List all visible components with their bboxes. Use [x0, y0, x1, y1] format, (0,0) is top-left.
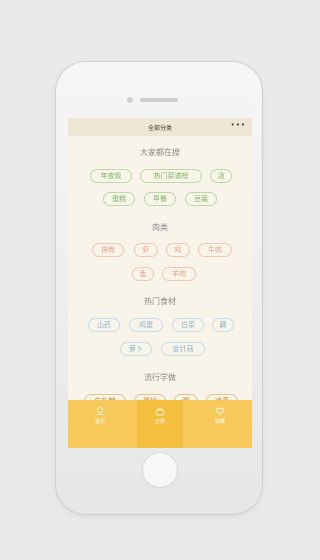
tag-button[interactable]: 年夜饭 — [90, 169, 132, 183]
category-content: 大家都在搜 年夜饭 热门菜谱榜 汤 蛋糕 早餐 豆腐 肉类 排骨 虾 鸡 牛肉 … — [68, 136, 252, 408]
tag-button[interactable]: 汤 — [210, 169, 232, 183]
tag-button[interactable]: 鱼 — [132, 267, 154, 281]
page-title: 全部分类 — [147, 124, 172, 132]
section-title-meat: 肉类 — [152, 223, 168, 232]
nav-bar: 全部分类 ••• — [68, 118, 252, 136]
tag-button[interactable]: 山药 — [88, 318, 120, 332]
tag-button[interactable]: 鸡 — [166, 243, 190, 257]
section-title-popular-search: 大家都在搜 — [140, 148, 180, 157]
tag-button[interactable]: 热门菜谱榜 — [140, 169, 202, 183]
speaker-grille — [140, 98, 178, 102]
tab-home[interactable]: 首页 — [80, 406, 120, 425]
tab-label: 首页 — [94, 419, 105, 425]
tag-button[interactable]: 鸡蛋 — [129, 318, 163, 332]
tag-button[interactable]: 白菜 — [172, 318, 204, 332]
tab-label: 收藏 — [214, 419, 225, 425]
app-screen: 全部分类 ••• 大家都在搜 年夜饭 热门菜谱榜 汤 蛋糕 早餐 豆腐 肉类 排… — [68, 118, 252, 448]
tab-favorites[interactable]: 收藏 — [200, 406, 240, 425]
tag-button[interactable]: 牛肉 — [198, 243, 232, 257]
front-camera — [127, 97, 133, 103]
tag-button[interactable]: 藕 — [212, 318, 234, 332]
pot-icon — [156, 408, 164, 416]
section-title-trending: 流行学做 — [144, 373, 176, 382]
tag-button[interactable]: 早餐 — [144, 192, 176, 206]
tag-button[interactable]: 豆腐 — [185, 192, 217, 206]
section-title-hot-ingredients: 热门食材 — [144, 297, 176, 306]
tag-button[interactable]: 蛋糕 — [103, 192, 135, 206]
home-button[interactable] — [142, 452, 178, 488]
heart-icon — [215, 407, 225, 416]
tab-label: 分类 — [154, 419, 165, 425]
more-menu-button[interactable]: ••• — [231, 121, 246, 129]
tab-category[interactable]: 分类 — [140, 406, 180, 425]
home-icon — [97, 407, 103, 415]
tag-button[interactable]: 虾 — [134, 243, 158, 257]
tag-button[interactable]: 排骨 — [92, 243, 124, 257]
tab-bar: 首页 分类 收藏 — [68, 400, 252, 448]
tag-button[interactable]: 金针菇 — [161, 342, 205, 356]
tag-button[interactable]: 萝卜 — [120, 342, 152, 356]
tag-button[interactable]: 羊肉 — [162, 267, 196, 281]
